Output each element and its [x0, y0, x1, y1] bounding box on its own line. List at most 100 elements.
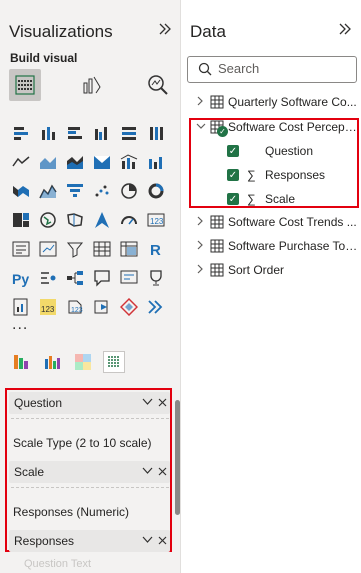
field-label: Responses — [265, 168, 326, 182]
python-visual-icon[interactable]: Py — [10, 267, 32, 289]
close-icon[interactable] — [158, 534, 167, 548]
chevron-visual-icon[interactable] — [145, 296, 167, 318]
map-icon[interactable] — [37, 209, 59, 231]
chevron-down-icon[interactable] — [142, 397, 153, 409]
matrix-icon[interactable] — [118, 238, 140, 260]
custom-ribbon-visual-icon[interactable] — [10, 351, 32, 373]
donut-chart-icon[interactable] — [145, 180, 167, 202]
chevron-right-icon[interactable] — [196, 96, 208, 109]
key-influencers-icon[interactable] — [37, 267, 59, 289]
chevron-down-icon[interactable] — [196, 121, 208, 133]
field-item[interactable]: ✓ ∑ Responses — [227, 166, 325, 184]
filled-map-icon[interactable] — [64, 209, 86, 231]
analytics-tab-icon[interactable] — [142, 69, 174, 101]
visualizations-pane: Visualizations Build visual 123 R Py 123… — [0, 0, 181, 573]
build-visual-tab-icon[interactable] — [9, 69, 41, 101]
well-label: Scale — [14, 465, 45, 479]
funnel-chart-icon[interactable] — [64, 180, 86, 202]
power-apps-icon[interactable]: 123 — [64, 296, 86, 318]
table-icon[interactable] — [91, 238, 113, 260]
svg-text:R: R — [150, 242, 161, 258]
diamond-visual-icon[interactable] — [118, 296, 140, 318]
checkbox-checked[interactable]: ✓ — [227, 145, 239, 157]
field-label: Question — [265, 144, 314, 158]
100-stacked-area-chart-icon[interactable] — [91, 151, 113, 173]
table-label: Sort Order — [228, 263, 285, 277]
visualizations-scrollbar[interactable] — [175, 400, 180, 515]
well-field-value[interactable]: Responses (Numeric) — [13, 505, 129, 519]
table-icon — [210, 95, 224, 109]
clustered-bar-chart-icon[interactable] — [64, 122, 86, 144]
well-field-value[interactable]: Scale Type (2 to 10 scale) — [13, 436, 152, 450]
collapse-visualizations-icon[interactable] — [158, 22, 172, 41]
power-automate-icon[interactable] — [91, 296, 113, 318]
qa-visual-icon[interactable] — [91, 267, 113, 289]
stacked-bar-chart-icon[interactable] — [10, 122, 32, 144]
100-stacked-column-chart-icon[interactable] — [145, 122, 167, 144]
chevron-right-icon[interactable] — [196, 216, 208, 229]
close-icon[interactable] — [158, 465, 167, 479]
azure-map-icon[interactable] — [91, 209, 113, 231]
format-visual-tab-icon[interactable] — [76, 69, 108, 101]
faded-well-text: Question Text — [24, 558, 92, 570]
field-item[interactable]: ✓ Question — [227, 142, 313, 160]
line-chart-icon[interactable] — [10, 151, 32, 173]
well-question[interactable]: Question — [9, 392, 170, 414]
slicer-icon[interactable] — [64, 238, 86, 260]
metrics-icon[interactable]: 123 — [37, 296, 59, 318]
scatter-chart-icon[interactable] — [91, 180, 113, 202]
table-icon — [210, 215, 224, 229]
checkbox-checked[interactable]: ✓ — [227, 169, 239, 181]
well-scale[interactable]: Scale — [9, 461, 170, 483]
visual-type-gallery: 123 R Py 123 123 — [10, 122, 175, 318]
chevron-right-icon[interactable] — [196, 240, 208, 253]
checkbox-checked[interactable]: ✓ — [227, 193, 239, 205]
treemap-icon[interactable] — [10, 209, 32, 231]
table-label: Software Purchase Tot... — [228, 239, 358, 253]
line-and-clustered-column-chart-icon[interactable] — [145, 151, 167, 173]
chevron-down-icon[interactable] — [142, 535, 153, 547]
check-circle-icon: ✓ — [217, 126, 228, 137]
divider — [11, 418, 169, 419]
table-label: Quarterly Software Co... — [228, 95, 357, 109]
table-node[interactable]: Sort Order — [196, 261, 358, 279]
chevron-down-icon[interactable] — [142, 466, 153, 478]
search-box[interactable] — [187, 56, 357, 83]
custom-bar-visual-icon[interactable] — [41, 351, 63, 373]
stacked-column-chart-icon[interactable] — [37, 122, 59, 144]
gauge-icon[interactable] — [118, 209, 140, 231]
stacked-area-chart-icon[interactable] — [64, 151, 86, 173]
svg-text:123: 123 — [150, 217, 164, 226]
table-node[interactable]: Software Purchase Tot... — [196, 237, 358, 255]
waterfall-chart-icon[interactable] — [37, 180, 59, 202]
card-icon[interactable]: 123 — [145, 209, 167, 231]
search-input[interactable] — [218, 61, 353, 76]
clustered-column-chart-icon[interactable] — [91, 122, 113, 144]
custom-heatmap-visual-icon[interactable] — [72, 351, 94, 373]
chevron-right-icon[interactable] — [196, 264, 208, 277]
pie-chart-icon[interactable] — [118, 180, 140, 202]
well-label: Responses — [14, 534, 75, 548]
table-node[interactable]: Software Cost Trends ... — [196, 213, 358, 231]
area-chart-icon[interactable] — [37, 151, 59, 173]
data-pane: Data Quarterly Software Co... Software C… — [182, 0, 361, 573]
table-icon — [210, 239, 224, 253]
r-script-visual-icon[interactable]: R — [145, 238, 167, 260]
goals-icon[interactable] — [145, 267, 167, 289]
well-responses[interactable]: Responses — [9, 530, 170, 552]
decomposition-tree-icon[interactable] — [64, 267, 86, 289]
kpi-icon[interactable] — [37, 238, 59, 260]
multi-row-card-icon[interactable] — [10, 238, 32, 260]
100-stacked-bar-chart-icon[interactable] — [118, 122, 140, 144]
ribbon-chart-icon[interactable] — [10, 180, 32, 202]
table-node[interactable]: Quarterly Software Co... — [196, 93, 358, 111]
field-item[interactable]: ✓ ∑ Scale — [227, 190, 295, 208]
svg-text:Py: Py — [12, 271, 29, 287]
paginated-report-icon[interactable] — [10, 296, 32, 318]
line-and-stacked-column-chart-icon[interactable] — [118, 151, 140, 173]
collapse-data-icon[interactable] — [338, 22, 352, 41]
close-icon[interactable] — [158, 396, 167, 410]
custom-selected-visual-icon[interactable] — [103, 351, 125, 373]
more-visuals-ellipsis[interactable]: ... — [12, 316, 28, 334]
smart-narrative-icon[interactable] — [118, 267, 140, 289]
